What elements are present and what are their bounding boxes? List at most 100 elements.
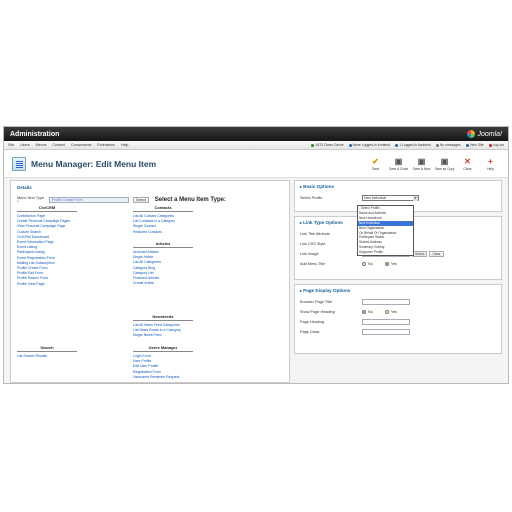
status-view-site-label: View Site <box>469 143 484 147</box>
radio-yes-label: Yes <box>390 310 398 314</box>
save-as-copy-button[interactable]: ▣ Save as Copy <box>434 156 455 172</box>
menu-type-link[interactable]: List Search Results <box>17 354 77 359</box>
link-image-select-button[interactable]: Select <box>412 251 428 257</box>
radio-no-icon <box>362 310 366 314</box>
group-heading: Contacts <box>133 205 193 212</box>
select-profile-dropdown[interactable]: New Individual <box>362 195 419 201</box>
save-new-button[interactable]: ▣ Save & New <box>412 156 431 172</box>
select-menu-type-button[interactable]: Select <box>133 197 149 203</box>
close-button[interactable]: ✕ Close <box>458 156 477 172</box>
save-new-icon: ▣ <box>417 156 426 166</box>
joomla-logo-icon <box>467 130 476 138</box>
profile-option[interactable]: Supporter Profile <box>358 250 413 255</box>
add-menu-title-yes[interactable]: Yes <box>384 262 397 266</box>
save-new-button-label: Save & New <box>412 167 431 171</box>
status-none-logged-in-frontend[interactable]: None Logged-in frontend <box>348 143 391 147</box>
menu-type-link[interactable]: Profile View Page <box>17 282 77 287</box>
menu-type-link[interactable]: Featured Contacts <box>133 230 193 235</box>
status-none-logged-in-frontend-label: None Logged-in frontend <box>352 143 391 147</box>
menu-item-type-label: Menu Item Type * <box>17 196 45 204</box>
menu-item-type-field[interactable]: Profile Create Form <box>49 197 129 203</box>
link-image-clear-button[interactable]: Clear <box>429 251 444 257</box>
status-1-logged-in-backend[interactable]: 1 Logged-in backend <box>395 143 431 147</box>
group-heading: CiviCRM <box>17 205 77 212</box>
page-heading-input[interactable] <box>362 319 410 325</box>
group-heading: Search <box>17 345 77 352</box>
group-heading: Articles <box>133 241 193 248</box>
page-display-options-title[interactable]: Page Display Options <box>300 288 496 293</box>
select-profile-label: Select Profile <box>300 196 323 200</box>
help-button[interactable]: + Help <box>481 156 500 172</box>
status-jat3-clean-cache[interactable]: JAT3 Clean Cache <box>311 143 344 147</box>
joomla-logo: Joomla! <box>467 130 502 138</box>
status-log-out-label: Log out <box>492 143 504 147</box>
content-area: Details Menu Item Type * Profile Create … <box>10 180 502 383</box>
save-button-label: Save <box>371 167 380 171</box>
status-no-messages-label: No messages <box>439 143 461 147</box>
page-class-input[interactable] <box>362 329 410 335</box>
help-button-label: Help <box>487 167 494 171</box>
menu-site[interactable]: Site <box>8 143 14 147</box>
save-button[interactable]: ✔ Save <box>366 156 385 172</box>
profile-options-list: - Select Profile - Name and Address New Ho… <box>357 205 414 257</box>
group-heading: Users Manager <box>133 345 193 352</box>
status-view-site[interactable]: View Site <box>465 143 484 147</box>
save-close-icon: ▣ <box>394 156 403 166</box>
page-heading-label: Page Heading <box>300 320 325 324</box>
page-header: Menu Manager: Edit Menu Item ✔ Save ▣ Save … <box>4 150 508 178</box>
close-button-label: Close <box>463 167 472 171</box>
radio-no-label: No <box>368 310 373 314</box>
add-menu-title-no[interactable]: No <box>362 262 373 266</box>
group-heading: Newsfeeds <box>133 314 193 321</box>
show-page-heading-label: Show Page Heading <box>300 310 335 314</box>
admin-window: Administration Joomla! Site Users Menus Con… <box>3 126 509 384</box>
save-close-button[interactable]: ▣ Save & Close <box>389 156 408 172</box>
help-icon: + <box>488 156 493 166</box>
options-sidebar: Basic Options Select Profile New Individ… <box>294 180 502 383</box>
radio-yes-icon <box>384 310 389 314</box>
menu-manager-icon <box>12 156 26 171</box>
show-page-heading-no[interactable]: No <box>362 310 373 314</box>
status-no-messages-icon <box>435 143 439 147</box>
menu-extensions[interactable]: Extensions <box>97 143 115 147</box>
status-1-logged-in-backend-icon <box>395 143 399 147</box>
show-page-heading-yes[interactable]: Yes <box>384 310 398 314</box>
menu-menus[interactable]: Menus <box>36 143 47 147</box>
status-log-out[interactable]: Log out <box>488 143 504 147</box>
status-none-logged-in-frontend-icon <box>348 143 352 147</box>
page-display-options-panel: Page Display Options Browser Page Title … <box>294 284 502 354</box>
joomla-logo-text: Joomla! <box>477 130 502 138</box>
browser-page-title-input[interactable] <box>362 299 410 305</box>
basic-options-title[interactable]: Basic Options <box>300 184 496 189</box>
status-jat3-clean-cache-label: JAT3 Clean Cache <box>315 143 344 147</box>
admin-title: Administration <box>10 130 60 138</box>
menu-components[interactable]: Components <box>71 143 91 147</box>
status-1-logged-in-backend-label: 1 Logged-in backend <box>399 143 431 147</box>
link-css-style-label: Link CSS Style <box>300 242 326 246</box>
status-no-messages[interactable]: No messages <box>435 143 461 147</box>
status-log-out-icon <box>488 143 492 147</box>
menu-type-link[interactable]: Username Reminder Request <box>133 375 193 380</box>
menu-type-link[interactable]: Create Article <box>133 281 193 286</box>
close-icon: ✕ <box>464 156 471 166</box>
menu-type-link[interactable]: Single News Feed <box>133 333 193 338</box>
add-menu-title-label: Add Menu Title <box>300 262 326 266</box>
save-as-copy-button-label: Save as Copy <box>434 167 455 171</box>
browser-page-title-label: Browser Page Title <box>300 300 332 304</box>
group-users-manager: Users Manager Login Form User Profile Edit … <box>133 345 193 380</box>
radio-no-label: No <box>368 262 373 266</box>
details-panel: Details Menu Item Type * Profile Create … <box>10 180 290 383</box>
link-title-attribute-label: Link Title Attribute <box>300 232 330 236</box>
page-class-label: Page Class <box>300 330 320 334</box>
radio-yes-icon <box>384 262 389 266</box>
menu-type-chooser-heading: Select a Menu Item Type: <box>154 197 226 203</box>
menu-users[interactable]: Users <box>20 143 29 147</box>
group-search: Search List Search Results <box>17 345 77 359</box>
menu-help[interactable]: Help <box>121 143 128 147</box>
menu-item-type-row: Menu Item Type * Profile Create Form Sel… <box>17 196 283 204</box>
link-image-label: Link Image <box>300 252 319 256</box>
menu-content[interactable]: Content <box>52 143 65 147</box>
save-copy-icon: ▣ <box>440 156 449 166</box>
details-title: Details <box>17 185 32 190</box>
radio-no-icon <box>362 262 366 266</box>
